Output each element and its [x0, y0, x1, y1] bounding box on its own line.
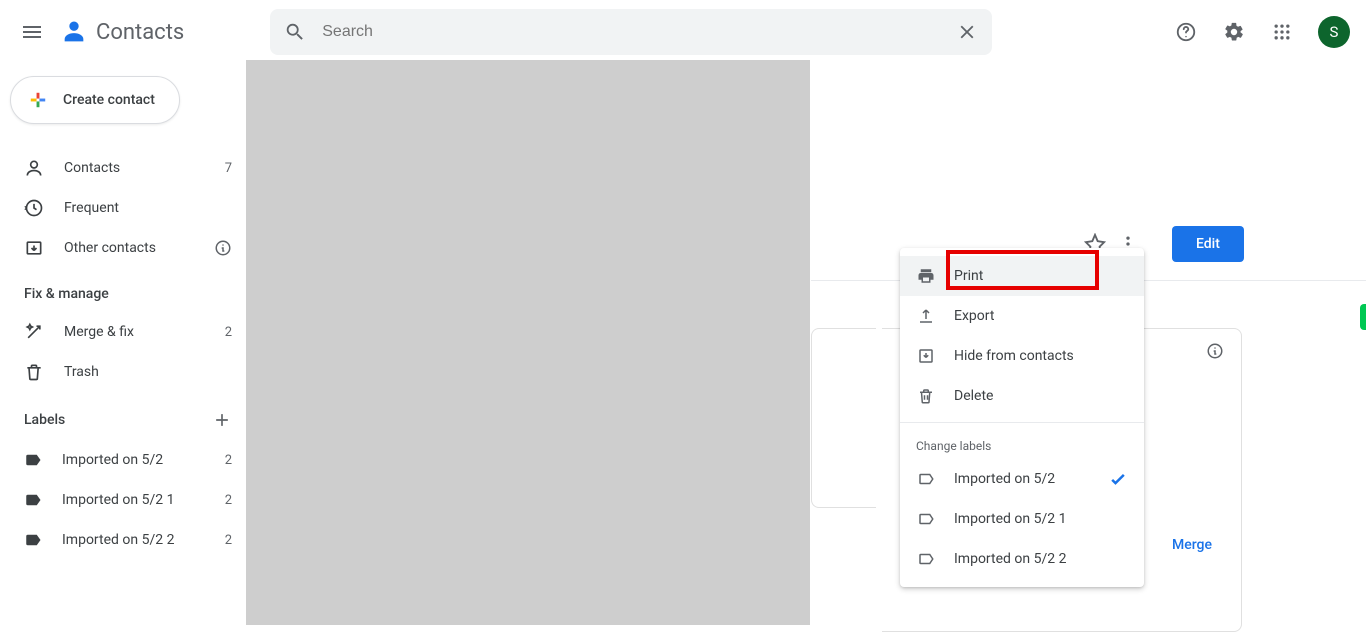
nav-other-contacts[interactable]: Other contacts: [8, 228, 248, 268]
menu-item-label: Hide from contacts: [954, 348, 1074, 364]
label-count: 2: [225, 533, 232, 548]
sidebar: Create contact Contacts 7 Frequent Other…: [0, 64, 256, 625]
info-icon: [1206, 342, 1224, 360]
menu-item-label: Delete: [954, 388, 993, 404]
labels-heading-row: Labels: [8, 392, 248, 440]
nav-label: Other contacts: [64, 240, 156, 256]
create-contact-button[interactable]: Create contact: [10, 76, 180, 124]
menu-item-label: Export: [954, 308, 994, 324]
edit-label: Edit: [1196, 236, 1220, 252]
label-count: 2: [225, 493, 232, 508]
search-icon: [284, 21, 306, 43]
wand-icon: [24, 322, 44, 342]
print-icon: [916, 267, 936, 285]
nav-contacts[interactable]: Contacts 7: [8, 148, 248, 188]
avatar-initial: S: [1330, 23, 1339, 41]
menu-label-item[interactable]: Imported on 5/2 2: [900, 539, 1144, 579]
info-icon[interactable]: [214, 239, 232, 257]
nav-merge-fix[interactable]: Merge & fix 2: [8, 312, 248, 352]
label-text: Imported on 5/2 2: [62, 532, 174, 548]
label-count: 2: [225, 453, 232, 468]
edit-button[interactable]: Edit: [1172, 226, 1244, 262]
app-title: Contacts: [96, 20, 184, 45]
search-input[interactable]: [320, 22, 942, 42]
label-item[interactable]: Imported on 5/2 2: [8, 440, 248, 480]
context-menu: Print Export Hide from contacts Delete: [900, 248, 1144, 587]
label-item[interactable]: Imported on 5/2 2 2: [8, 520, 248, 560]
plus-icon: [212, 410, 232, 430]
label-text: Imported on 5/2 1: [62, 492, 174, 508]
label-outline-icon: [916, 470, 936, 488]
side-indicator: [1360, 304, 1366, 330]
menu-label-item[interactable]: Imported on 5/2 1: [900, 499, 1144, 539]
menu-label-text: Imported on 5/2: [954, 471, 1055, 487]
create-contact-label: Create contact: [63, 92, 155, 108]
nav-label: Frequent: [64, 200, 119, 216]
export-icon: [916, 307, 936, 325]
menu-item-export[interactable]: Export: [900, 296, 1144, 336]
menu-item-label: Print: [954, 268, 983, 284]
menu-separator: [900, 422, 1144, 423]
header-right: S: [1166, 12, 1350, 52]
card-fragment: [811, 328, 876, 508]
apps-grid-icon: [1272, 22, 1292, 42]
menu-item-print[interactable]: Print: [900, 256, 1144, 296]
main-menu-button[interactable]: [8, 8, 56, 56]
trash-icon: [916, 387, 936, 405]
plus-icon: [25, 87, 51, 113]
help-icon: [1175, 21, 1197, 43]
hamburger-icon: [20, 20, 44, 44]
card-info-button[interactable]: [1206, 342, 1224, 360]
search-bar[interactable]: [270, 9, 992, 55]
label-text: Imported on 5/2: [62, 452, 163, 468]
menu-label-item[interactable]: Imported on 5/2: [900, 459, 1144, 499]
close-icon[interactable]: [956, 21, 978, 43]
trash-icon: [24, 362, 44, 382]
label-icon: [24, 531, 42, 549]
history-icon: [24, 198, 44, 218]
menu-item-delete[interactable]: Delete: [900, 376, 1144, 416]
menu-label-text: Imported on 5/2 1: [954, 511, 1066, 527]
nav-count: 7: [225, 161, 232, 176]
menu-label-text: Imported on 5/2 2: [954, 551, 1066, 567]
redacted-block: [246, 60, 810, 625]
add-label-button[interactable]: [212, 410, 232, 430]
header: Contacts S: [0, 0, 1366, 64]
label-icon: [24, 451, 42, 469]
menu-item-hide[interactable]: Hide from contacts: [900, 336, 1144, 376]
menu-labels-heading: Change labels: [900, 429, 1144, 459]
check-icon: [1108, 469, 1128, 489]
nav-count: 2: [225, 325, 232, 340]
help-button[interactable]: [1166, 12, 1206, 52]
label-outline-icon: [916, 550, 936, 568]
content-area: Edit Merge Print Export: [256, 64, 1366, 625]
merge-link[interactable]: Merge: [1172, 537, 1212, 553]
contacts-logo-icon: [60, 18, 88, 46]
nav-label: Merge & fix: [64, 324, 134, 340]
label-outline-icon: [916, 510, 936, 528]
nav-trash[interactable]: Trash: [8, 352, 248, 392]
label-item[interactable]: Imported on 5/2 1 2: [8, 480, 248, 520]
settings-button[interactable]: [1214, 12, 1254, 52]
app-logo: Contacts: [60, 18, 184, 46]
labels-heading: Labels: [24, 412, 65, 428]
nav-label: Contacts: [64, 160, 120, 176]
fix-manage-heading: Fix & manage: [8, 268, 248, 312]
apps-button[interactable]: [1262, 12, 1302, 52]
archive-icon: [24, 238, 44, 258]
label-icon: [24, 491, 42, 509]
person-icon: [24, 158, 44, 178]
nav-frequent[interactable]: Frequent: [8, 188, 248, 228]
gear-icon: [1223, 21, 1245, 43]
account-avatar[interactable]: S: [1318, 16, 1350, 48]
nav-label: Trash: [64, 364, 99, 380]
archive-icon: [916, 347, 936, 365]
